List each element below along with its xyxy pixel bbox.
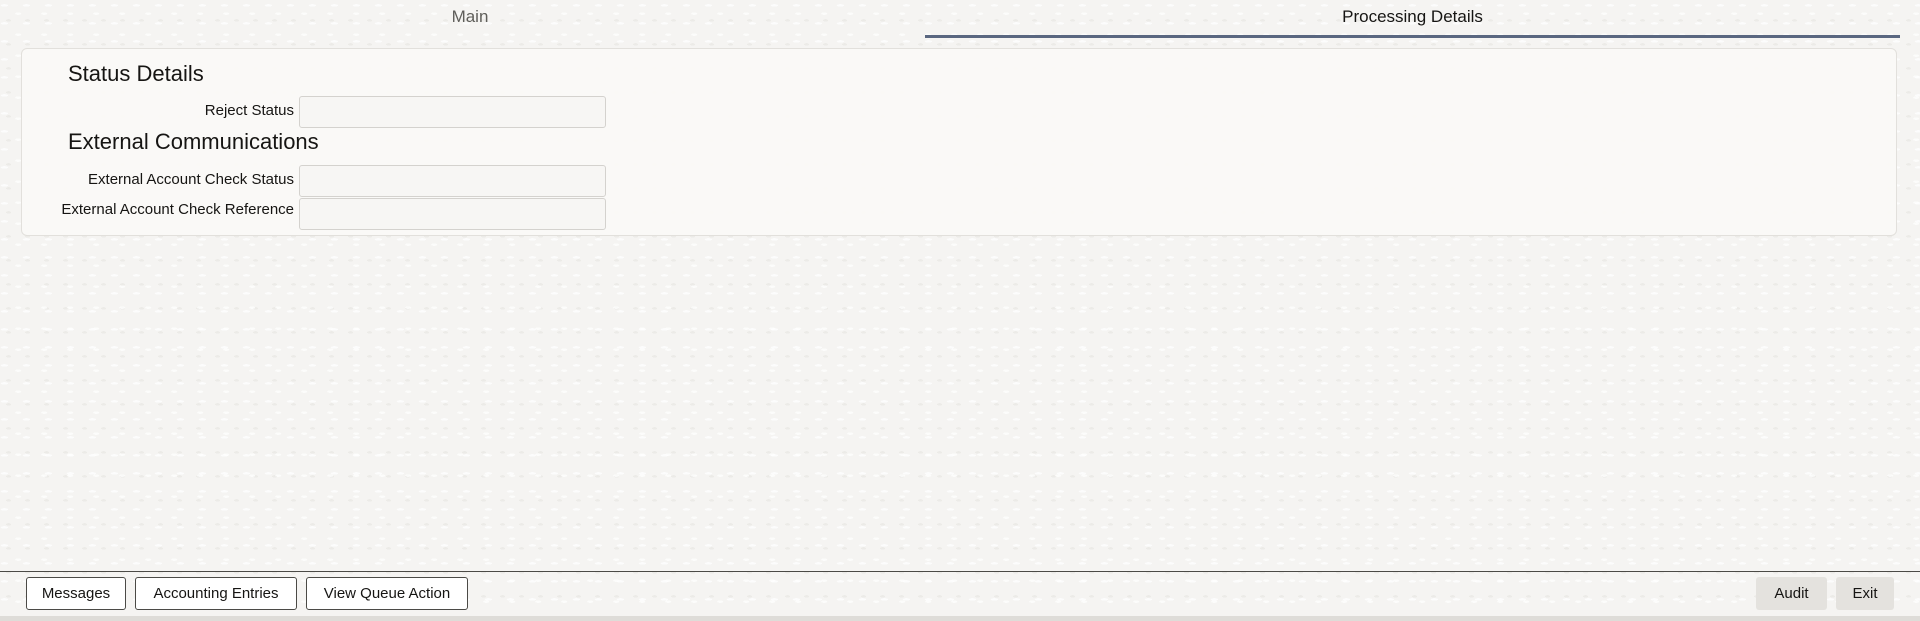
footer-toolbar: Messages Accounting Entries View Queue A… xyxy=(0,571,1920,621)
reject-status-input[interactable] xyxy=(299,96,606,128)
audit-button[interactable]: Audit xyxy=(1756,577,1827,610)
reject-status-label: Reject Status xyxy=(204,102,294,119)
status-details-heading: Status Details xyxy=(68,61,204,86)
exit-button[interactable]: Exit xyxy=(1836,577,1894,610)
tab-bar: Main Processing Details xyxy=(0,0,1900,40)
processing-details-panel: Status Details Reject Status External Co… xyxy=(21,48,1897,236)
messages-button[interactable]: Messages xyxy=(26,577,126,610)
tab-processing-details[interactable]: Processing Details xyxy=(925,0,1900,38)
footer-bottom-bar xyxy=(0,616,1920,621)
view-queue-action-button[interactable]: View Queue Action xyxy=(306,577,468,610)
external-communications-heading: External Communications xyxy=(68,129,319,154)
external-account-check-status-input[interactable] xyxy=(299,165,606,197)
external-account-check-reference-label: External Account Check Reference xyxy=(61,201,294,218)
external-account-check-reference-input[interactable] xyxy=(299,198,606,230)
accounting-entries-button[interactable]: Accounting Entries xyxy=(135,577,297,610)
tab-main[interactable]: Main xyxy=(20,0,920,36)
external-account-check-status-label: External Account Check Status xyxy=(88,171,294,188)
